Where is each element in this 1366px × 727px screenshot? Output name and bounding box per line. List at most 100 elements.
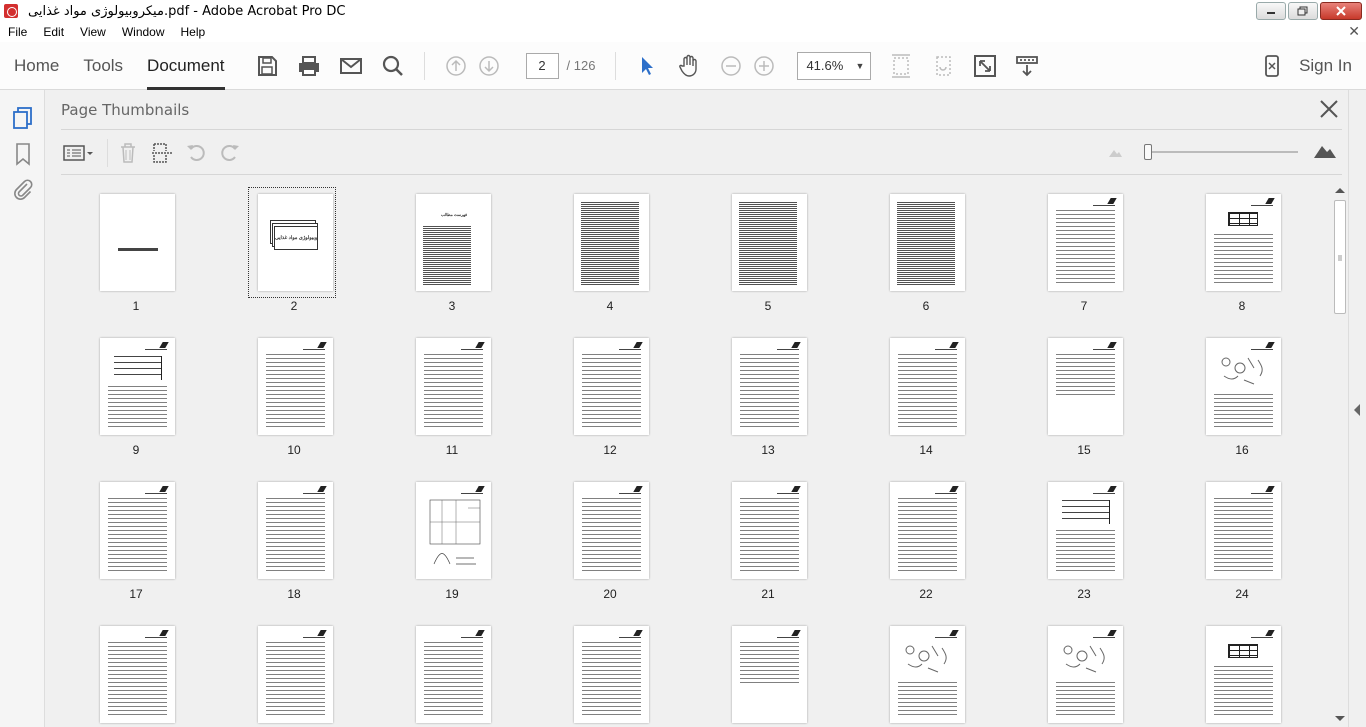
page-preview[interactable] — [1048, 482, 1123, 579]
close-window-button[interactable] — [1320, 2, 1362, 20]
page-preview[interactable] — [416, 626, 491, 723]
page-preview[interactable] — [1048, 194, 1123, 291]
page-thumbnail[interactable]: 22 — [851, 454, 1009, 601]
page-preview[interactable] — [732, 626, 807, 723]
page-thumbnail[interactable] — [851, 598, 1009, 727]
page-thumbnail[interactable]: 20 — [535, 454, 693, 601]
page-preview[interactable] — [416, 482, 491, 579]
slider-handle[interactable] — [1144, 144, 1152, 160]
bookmarks-icon[interactable] — [11, 142, 35, 166]
page-preview[interactable] — [1206, 338, 1281, 435]
tab-tools[interactable]: Tools — [83, 42, 123, 90]
page-thumbnail[interactable]: 15 — [1009, 310, 1167, 457]
page-number-input[interactable]: 2 — [525, 52, 559, 79]
page-thumbnail[interactable]: 11 — [377, 310, 535, 457]
email-icon[interactable] — [339, 54, 363, 78]
page-thumbnail[interactable]: فهرست مطالب 3 — [377, 176, 535, 313]
page-thumbnail[interactable] — [1009, 598, 1167, 727]
rotate-page-icon[interactable] — [931, 54, 955, 78]
page-preview[interactable] — [416, 338, 491, 435]
menu-window[interactable]: Window — [114, 25, 173, 39]
page-preview[interactable] — [574, 626, 649, 723]
mobile-link-icon[interactable] — [1263, 54, 1281, 78]
scroll-up-icon[interactable] — [1335, 188, 1345, 193]
page-preview[interactable] — [258, 338, 333, 435]
print-icon[interactable] — [297, 54, 321, 78]
page-thumbnail[interactable]: 4 — [535, 176, 693, 313]
page-thumbnail[interactable]: 6 — [851, 176, 1009, 313]
scroll-down-icon[interactable] — [1335, 716, 1345, 721]
close-document-icon[interactable]: ✕ — [1348, 23, 1360, 40]
page-thumbnails-icon[interactable] — [11, 106, 35, 130]
page-thumbnail[interactable]: میکروبیولوژی مواد غذایی2 — [219, 176, 377, 313]
page-preview[interactable] — [258, 626, 333, 723]
rotate-counterclockwise-icon[interactable] — [184, 141, 208, 165]
page-thumbnail[interactable]: 18 — [219, 454, 377, 601]
large-thumbnails-icon[interactable] — [1313, 142, 1337, 165]
page-preview[interactable] — [732, 194, 807, 291]
hand-tool-icon[interactable] — [677, 54, 701, 78]
small-thumbnails-icon[interactable] — [1108, 145, 1122, 164]
page-preview[interactable] — [100, 338, 175, 435]
minimize-button[interactable] — [1256, 2, 1286, 20]
scrollbar-thumb[interactable] — [1334, 200, 1346, 314]
page-preview[interactable] — [890, 626, 965, 723]
menu-file[interactable]: File — [0, 25, 35, 39]
page-thumbnail[interactable]: 7 — [1009, 176, 1167, 313]
page-preview[interactable] — [258, 482, 333, 579]
page-thumbnail[interactable]: 13 — [693, 310, 851, 457]
page-thumbnail[interactable]: 8 — [1167, 176, 1325, 313]
page-preview[interactable] — [1048, 626, 1123, 723]
zoom-out-icon[interactable] — [719, 54, 743, 78]
page-preview[interactable] — [1206, 194, 1281, 291]
page-preview[interactable] — [890, 482, 965, 579]
page-thumbnail[interactable]: 17 — [61, 454, 219, 601]
more-tools-icon[interactable] — [1015, 54, 1039, 78]
page-thumbnail[interactable]: 23 — [1009, 454, 1167, 601]
page-thumbnail[interactable]: 21 — [693, 454, 851, 601]
search-icon[interactable] — [381, 54, 405, 78]
page-preview[interactable]: فهرست مطالب — [416, 194, 491, 291]
menu-edit[interactable]: Edit — [35, 25, 72, 39]
page-thumbnail[interactable]: 5 — [693, 176, 851, 313]
page-thumbnail[interactable]: 9 — [61, 310, 219, 457]
page-thumbnail[interactable] — [377, 598, 535, 727]
page-preview[interactable] — [732, 482, 807, 579]
insert-page-icon[interactable] — [150, 141, 174, 165]
page-thumbnail[interactable]: 19 — [377, 454, 535, 601]
options-menu-icon[interactable] — [61, 141, 95, 165]
menu-view[interactable]: View — [72, 25, 114, 39]
page-preview[interactable]: میکروبیولوژی مواد غذایی — [258, 194, 333, 291]
page-thumbnail[interactable] — [693, 598, 851, 727]
thumbnails-scrollbar[interactable] — [1332, 186, 1348, 727]
page-thumbnail[interactable] — [61, 598, 219, 727]
page-preview[interactable] — [574, 194, 649, 291]
page-preview[interactable] — [1206, 626, 1281, 723]
sign-in-link[interactable]: Sign In — [1299, 56, 1352, 76]
page-preview[interactable] — [890, 194, 965, 291]
page-preview[interactable] — [1206, 482, 1281, 579]
rotate-clockwise-icon[interactable] — [218, 141, 242, 165]
page-preview[interactable] — [100, 626, 175, 723]
thumbnail-size-slider[interactable] — [1144, 144, 1298, 160]
select-tool-icon[interactable] — [635, 54, 659, 78]
fit-page-icon[interactable] — [889, 53, 913, 78]
page-thumbnail[interactable] — [219, 598, 377, 727]
page-thumbnail[interactable]: 10 — [219, 310, 377, 457]
tab-document[interactable]: Document — [147, 42, 226, 90]
page-preview[interactable] — [890, 338, 965, 435]
save-icon[interactable] — [255, 54, 279, 78]
page-thumbnail[interactable]: 14 — [851, 310, 1009, 457]
attachments-icon[interactable] — [11, 178, 35, 202]
close-panel-button[interactable] — [1318, 98, 1342, 122]
next-page-icon[interactable] — [477, 54, 501, 78]
page-thumbnail[interactable]: 1 — [61, 176, 219, 313]
delete-pages-icon[interactable] — [116, 141, 140, 165]
page-preview[interactable] — [732, 338, 807, 435]
page-thumbnail[interactable]: 16 — [1167, 310, 1325, 457]
restore-button[interactable] — [1288, 2, 1318, 20]
page-preview[interactable] — [1048, 338, 1123, 435]
zoom-in-icon[interactable] — [752, 54, 776, 78]
right-pane-toggle[interactable] — [1348, 90, 1366, 727]
page-thumbnail[interactable]: 24 — [1167, 454, 1325, 601]
